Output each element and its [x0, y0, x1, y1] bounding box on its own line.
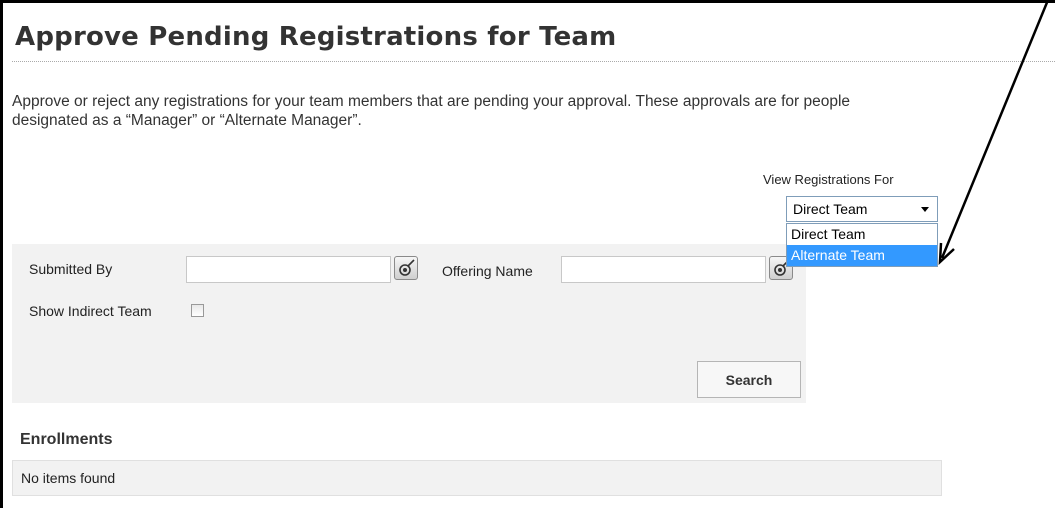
- enrollments-table: No items found: [12, 460, 942, 496]
- submitted-by-input[interactable]: [186, 256, 391, 283]
- chevron-down-icon: [921, 207, 929, 212]
- title-divider: [12, 61, 1055, 62]
- show-indirect-team-label: Show Indirect Team: [29, 303, 152, 319]
- team-select-value: Direct Team: [793, 201, 868, 217]
- page-description: Approve or reject any registrations for …: [12, 92, 1055, 130]
- offering-name-label: Offering Name: [442, 263, 533, 279]
- description-line-1: Approve or reject any registrations for …: [12, 93, 851, 110]
- offering-name-input[interactable]: [561, 256, 766, 283]
- view-registrations-label: View Registrations For: [763, 172, 894, 187]
- submitted-by-label: Submitted By: [29, 261, 113, 277]
- submitted-by-picker-button[interactable]: [394, 256, 418, 280]
- option-alternate-team[interactable]: Alternate Team: [787, 245, 937, 266]
- team-dropdown-list: Direct Team Alternate Team: [786, 223, 938, 267]
- team-select[interactable]: Direct Team: [786, 196, 938, 222]
- search-button[interactable]: Search: [697, 361, 801, 398]
- page-title: Approve Pending Registrations for Team: [15, 22, 617, 52]
- option-direct-team[interactable]: Direct Team: [787, 224, 937, 245]
- enrollments-heading: Enrollments: [20, 431, 113, 448]
- empty-table-message: No items found: [21, 470, 116, 486]
- show-indirect-team-checkbox[interactable]: [191, 304, 204, 317]
- picker-icon: [399, 259, 415, 276]
- description-line-2: designated as a “Manager” or “Alternate …: [12, 112, 362, 129]
